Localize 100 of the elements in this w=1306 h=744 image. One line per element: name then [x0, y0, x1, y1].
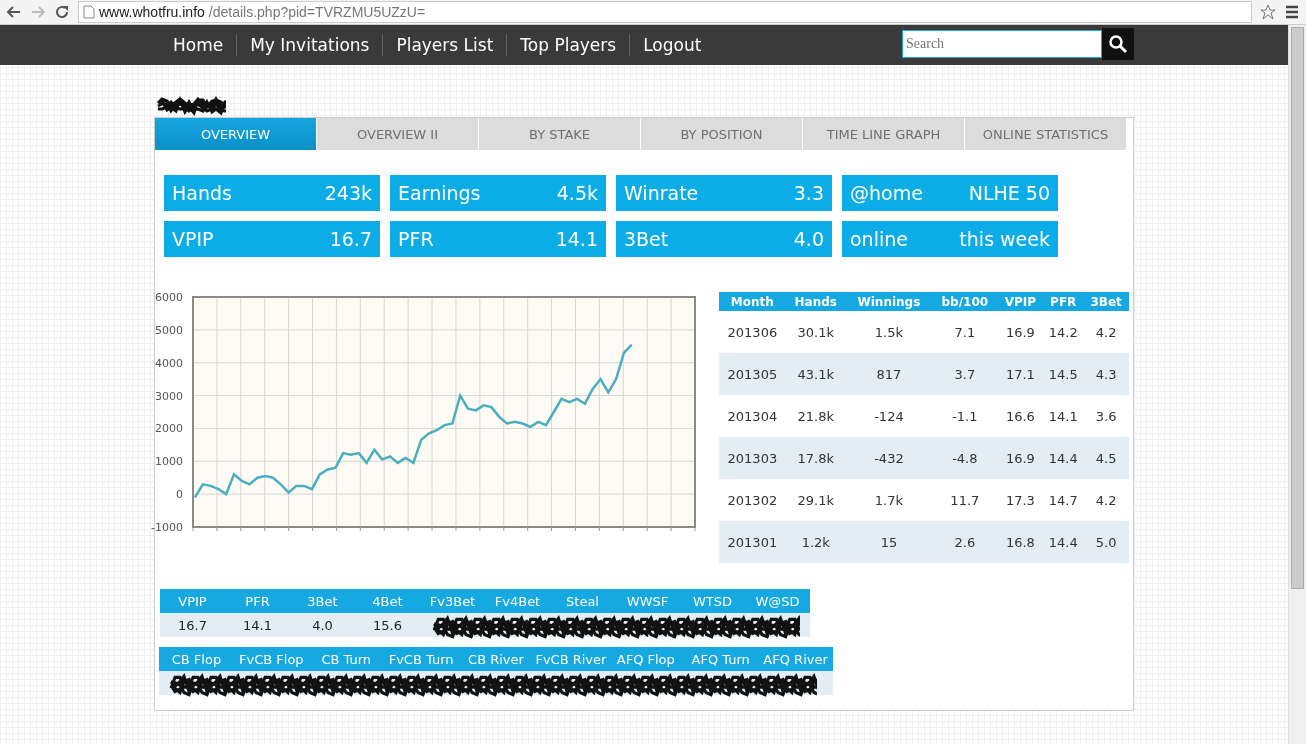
column-header: WWSF	[625, 593, 670, 609]
stat-label: Earnings	[398, 182, 481, 204]
nav-link[interactable]: Logout	[630, 35, 715, 55]
menu-icon[interactable]	[1284, 4, 1300, 20]
nav-link[interactable]: My Invitations	[237, 35, 383, 55]
stat-label: Winrate	[624, 182, 699, 204]
table-cell: 5.0	[1083, 521, 1129, 563]
table-cell-text: 16.7	[177, 617, 208, 633]
table-cell: 17.3	[997, 479, 1044, 521]
tab[interactable]: TIME LINE GRAPH	[803, 118, 965, 150]
table-cell: 4.2	[1083, 311, 1129, 353]
tab[interactable]: BY STAKE	[479, 118, 641, 150]
table-cell: 16.9	[997, 437, 1044, 479]
table-cell: 14.5	[1043, 353, 1084, 395]
stat-value: 3.3	[793, 182, 824, 204]
stat-value: 14.1	[555, 228, 598, 250]
table-cell: -4.8	[932, 437, 998, 479]
table-cell: 30.1k	[785, 311, 846, 353]
column-header: W@SD	[754, 593, 801, 609]
column-header: PFR	[244, 593, 271, 609]
tab[interactable]: ONLINE STATISTICS	[965, 118, 1127, 150]
table-cell: 17.8k	[785, 437, 846, 479]
table-cell: -1.1	[932, 395, 998, 437]
stat-value: NLHE 50	[968, 182, 1050, 204]
column-header: VPIP	[177, 593, 208, 609]
column-header: bb/100	[932, 292, 998, 311]
table-cell: 4.5	[1083, 437, 1129, 479]
column-header: FvCB River	[534, 651, 608, 667]
column-header: AFQ Turn	[690, 651, 751, 667]
search-field[interactable]: Search	[902, 30, 1102, 58]
table-cell: 201302	[719, 479, 786, 521]
table-cell: 43.1k	[785, 353, 846, 395]
table-cell: 1.2k	[785, 521, 846, 563]
y-tick-label: 3000	[155, 389, 183, 403]
y-tick-label: 0	[176, 488, 183, 502]
table-cell: 14.7	[1043, 479, 1084, 521]
search-icon	[1108, 34, 1128, 54]
stat-value: this week	[959, 228, 1050, 250]
column-header: Steal	[565, 593, 600, 609]
table-cell-text: 4.0	[311, 617, 334, 633]
address-bar[interactable]: www.whotfru.info /details.php?pid=TVRZMU5UZzU=	[78, 1, 1252, 23]
table-cell: 17.1	[997, 353, 1044, 395]
column-header: CB River	[467, 651, 525, 667]
stat-value: 4.0	[793, 228, 824, 250]
table-cell: 1.7k	[845, 479, 933, 521]
y-tick-label: 2000	[155, 422, 183, 436]
table-cell: 201306	[719, 311, 786, 353]
stat-value: 16.7	[329, 228, 372, 250]
tab[interactable]: BY POSITION	[641, 118, 803, 150]
table-cell: 7.1	[932, 311, 998, 353]
table-cell: 21.8k	[785, 395, 846, 437]
table-cell: 4.2	[1083, 479, 1129, 521]
column-header: CB Flop	[170, 651, 223, 667]
table-cell: 14.2	[1043, 311, 1084, 353]
column-header: AFQ River	[762, 651, 829, 667]
search-button[interactable]	[1102, 28, 1134, 60]
table-cell: -432	[845, 437, 933, 479]
table-cell: 14.4	[1043, 437, 1084, 479]
column-header: Month	[719, 292, 786, 311]
table-cell: 4.3	[1083, 353, 1129, 395]
table-cell: 201301	[719, 521, 786, 563]
y-tick-label: 5000	[155, 323, 183, 337]
table-cell: 14.1	[1043, 395, 1084, 437]
column-header: 4Bet	[371, 593, 404, 609]
nav-link[interactable]: Players List	[383, 35, 507, 55]
tab[interactable]: OVERVIEW II	[317, 118, 479, 150]
column-header: Fv4Bet	[493, 593, 542, 609]
table-cell: 2.6	[932, 521, 998, 563]
table-cell-text: 15.6	[372, 617, 403, 633]
back-icon[interactable]	[6, 4, 22, 20]
column-header: FvCB Flop	[238, 651, 305, 667]
table-cell: 16.8	[997, 521, 1044, 563]
table-cell-text: 14.1	[242, 617, 273, 633]
column-header: WTSD	[691, 593, 734, 609]
nav-link[interactable]: Top Players	[507, 35, 630, 55]
stat-value: 4.5k	[556, 182, 598, 204]
column-header: FvCB Turn	[387, 651, 455, 667]
y-tick-label: 4000	[155, 356, 183, 370]
y-tick-label: 6000	[155, 291, 183, 304]
stat-value: 243k	[324, 182, 372, 204]
column-header: PFR	[1043, 292, 1084, 311]
table-cell: 15	[845, 521, 933, 563]
stat-label: Hands	[172, 182, 232, 204]
column-header: 3Bet	[306, 593, 339, 609]
table-cell: 1.5k	[845, 311, 933, 353]
column-header: 3Bet	[1083, 292, 1129, 311]
star-icon[interactable]	[1260, 4, 1276, 20]
table-cell: 14.4	[1043, 521, 1084, 563]
column-header: Hands	[785, 292, 846, 311]
redaction-scribble	[154, 95, 226, 117]
stat-label: @home	[850, 182, 923, 204]
nav-link[interactable]: Home	[160, 35, 237, 55]
y-tick-label: -1000	[151, 521, 183, 534]
table-cell: 201303	[719, 437, 786, 479]
table-cell: 16.9	[997, 311, 1044, 353]
stat-label: 3Bet	[624, 228, 669, 250]
reload-icon[interactable]	[54, 4, 70, 20]
y-tick-label: 1000	[155, 455, 183, 469]
column-header: VPIP	[997, 292, 1044, 311]
scrollbar[interactable]	[1288, 25, 1306, 744]
